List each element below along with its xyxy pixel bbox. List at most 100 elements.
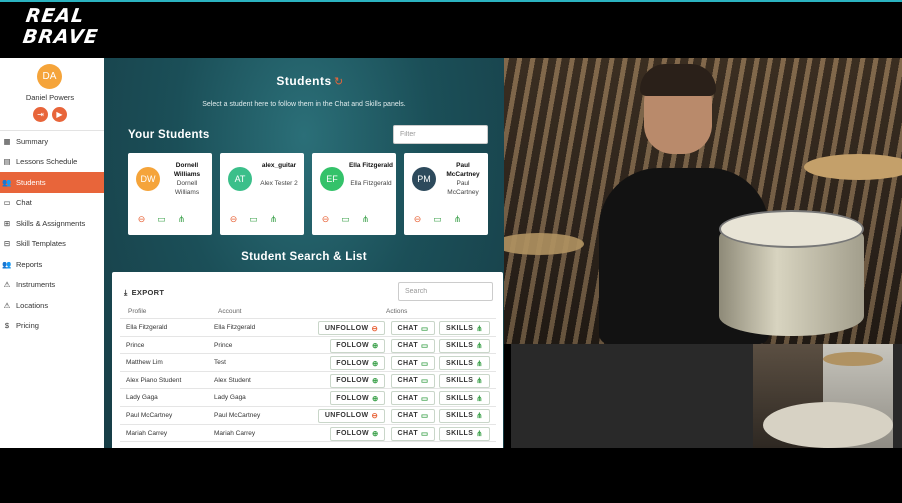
skills-icon: ⋔ bbox=[476, 376, 483, 386]
follow-button[interactable]: FOLLOW ⊕ bbox=[330, 373, 385, 388]
sidebar-item-label: Reports bbox=[16, 259, 43, 269]
sidebar-item-lessons-schedule[interactable]: ▤ Lessons Schedule bbox=[0, 152, 104, 173]
chat-label: CHAT bbox=[397, 342, 419, 350]
student-avatar: DW bbox=[136, 167, 160, 191]
skills-button[interactable]: SKILLS ⋔ bbox=[439, 426, 490, 441]
student-avatar: PM bbox=[412, 167, 436, 191]
skills-button[interactable]: SKILLS ⋔ bbox=[439, 356, 490, 371]
skills-icon[interactable]: ⋔ bbox=[360, 214, 371, 225]
sidebar: DA Daniel Powers ⇥ ▶ ▦ Summary ▤ Lessons Sc… bbox=[0, 58, 104, 448]
chat-icon[interactable]: ▭ bbox=[432, 214, 443, 225]
skills-button[interactable]: SKILLS ⋔ bbox=[439, 373, 490, 388]
self-view-video[interactable] bbox=[753, 344, 893, 448]
self-view-cymbal bbox=[823, 352, 883, 366]
sidebar-item-instruments[interactable]: ⚠ Instruments bbox=[0, 275, 104, 296]
sidebar-item-skills-assignments[interactable]: ⊞ Skills & Assignments bbox=[0, 213, 104, 234]
student-card[interactable]: PM Paul McCartney Paul McCartney ⊖ ▭ ⋔ bbox=[404, 153, 488, 235]
filter-input[interactable] bbox=[393, 125, 488, 144]
sidebar-item-pricing[interactable]: $ Pricing bbox=[0, 316, 104, 337]
chat-icon[interactable]: ▭ bbox=[248, 214, 259, 225]
table-row: Alex Piano Student Alex Student FOLLOW ⊕ CHA… bbox=[120, 372, 496, 390]
logo-line-1: REAL bbox=[24, 5, 86, 27]
follow-button[interactable]: FOLLOW ⊕ bbox=[330, 426, 385, 441]
sidebar-item-reports[interactable]: 👥 Reports bbox=[0, 254, 104, 275]
chat-button[interactable]: CHAT ▭ bbox=[391, 373, 435, 388]
column-profile[interactable]: Profile bbox=[128, 308, 146, 315]
skills-icon: ⋔ bbox=[476, 411, 483, 421]
skills-icon: ⋔ bbox=[476, 429, 483, 439]
student-name: Paul McCartney bbox=[446, 162, 480, 178]
table-header: Profile Account Actions bbox=[120, 305, 496, 319]
people-icon: 👥 bbox=[2, 177, 12, 187]
refresh-icon[interactable]: ↻ bbox=[334, 75, 343, 88]
search-input[interactable] bbox=[398, 282, 493, 301]
skills-icon[interactable]: ⋔ bbox=[268, 214, 279, 225]
unfollow-icon[interactable]: ⊖ bbox=[320, 214, 331, 225]
unfollow-icon[interactable]: ⊖ bbox=[412, 214, 423, 225]
chat-icon: ▭ bbox=[421, 393, 429, 403]
unfollow-icon: ⊖ bbox=[371, 411, 379, 421]
row-account: Paul McCartney bbox=[214, 411, 261, 419]
unfollow-label: UNFOLLOW bbox=[324, 412, 369, 420]
column-account[interactable]: Account bbox=[218, 308, 242, 315]
sidebar-item-chat[interactable]: ▭ Chat bbox=[0, 193, 104, 214]
follow-label: FOLLOW bbox=[336, 342, 370, 350]
sidebar-item-locations[interactable]: ⚠ Locations bbox=[0, 295, 104, 316]
sidebar-item-summary[interactable]: ▦ Summary bbox=[0, 131, 104, 152]
unfollow-button[interactable]: UNFOLLOW ⊖ bbox=[318, 321, 385, 335]
table-body: Ella Fitzgerald Ella Fitzgerald UNFOLLOW ⊖ C… bbox=[120, 319, 496, 443]
unfollow-icon[interactable]: ⊖ bbox=[136, 214, 147, 225]
skills-button[interactable]: SKILLS ⋔ bbox=[439, 391, 490, 406]
self-view-drum bbox=[763, 402, 893, 448]
card-actions: ⊖ ▭ ⋔ bbox=[228, 214, 279, 225]
skills-icon[interactable]: ⋔ bbox=[176, 214, 187, 225]
skills-icon[interactable]: ⋔ bbox=[452, 214, 463, 225]
download-icon: ⤓ bbox=[124, 288, 128, 297]
chat-icon[interactable]: ▭ bbox=[156, 214, 167, 225]
follow-icon: ⊕ bbox=[372, 376, 379, 386]
chat-label: CHAT bbox=[397, 359, 419, 367]
student-card[interactable]: DW Dornell Williams Dornell Williams ⊖ ▭ ⋔ bbox=[128, 153, 212, 235]
main-video-feed[interactable] bbox=[504, 58, 902, 344]
skills-button[interactable]: SKILLS ⋔ bbox=[439, 321, 490, 335]
chat-icon: ▭ bbox=[421, 323, 429, 333]
unfollow-icon[interactable]: ⊖ bbox=[228, 214, 239, 225]
chat-button[interactable]: CHAT ▭ bbox=[391, 408, 435, 423]
sidebar-item-label: Lessons Schedule bbox=[16, 157, 78, 167]
follow-button[interactable]: FOLLOW ⊕ bbox=[330, 391, 385, 406]
skills-label: SKILLS bbox=[446, 412, 474, 420]
row-profile: Mariah Carrey bbox=[126, 429, 168, 437]
export-label: EXPORT bbox=[131, 288, 165, 297]
sidebar-item-label: Chat bbox=[16, 198, 32, 208]
sidebar-item-skill-templates[interactable]: ⊟ Skill Templates bbox=[0, 234, 104, 255]
chat-button[interactable]: CHAT ▭ bbox=[391, 426, 435, 441]
video-call-button[interactable]: ▶ bbox=[52, 107, 67, 122]
warning-icon: ⚠ bbox=[3, 300, 11, 310]
skills-button[interactable]: SKILLS ⋔ bbox=[439, 408, 490, 423]
chat-icon[interactable]: ▭ bbox=[340, 214, 351, 225]
follow-button[interactable]: FOLLOW ⊕ bbox=[330, 356, 385, 371]
chat-label: CHAT bbox=[397, 324, 419, 332]
student-account: Dornell Williams bbox=[174, 180, 200, 196]
user-avatar[interactable]: DA bbox=[37, 64, 62, 89]
follow-button[interactable]: FOLLOW ⊕ bbox=[330, 338, 385, 353]
skills-icon: ⋔ bbox=[476, 341, 483, 351]
template-icon: ⊟ bbox=[3, 239, 11, 249]
follow-label: FOLLOW bbox=[336, 377, 370, 385]
page-subtitle: Select a student here to follow them in … bbox=[202, 101, 406, 108]
student-name: Ella Fitzgerald bbox=[348, 162, 394, 169]
chat-button[interactable]: CHAT ▭ bbox=[391, 356, 435, 371]
chat-button[interactable]: CHAT ▭ bbox=[391, 391, 435, 406]
sidebar-item-students[interactable]: 👥 Students bbox=[0, 172, 104, 193]
student-card[interactable]: AT alex_guitar Alex Tester 2 ⊖ ▭ ⋔ bbox=[220, 153, 304, 235]
sidebar-item-label: Skill Templates bbox=[16, 239, 66, 249]
chat-button[interactable]: CHAT ▭ bbox=[391, 321, 435, 335]
export-button[interactable]: ⤓ EXPORT bbox=[124, 288, 164, 298]
skills-button[interactable]: SKILLS ⋔ bbox=[439, 338, 490, 353]
chat-button[interactable]: CHAT ▭ bbox=[391, 338, 435, 353]
row-account: Prince bbox=[214, 341, 233, 349]
unfollow-button[interactable]: UNFOLLOW ⊖ bbox=[318, 408, 385, 423]
student-card[interactable]: EF Ella Fitzgerald Ella Fitzgerald ⊖ ▭ ⋔ bbox=[312, 153, 396, 235]
real-brave-logo[interactable]: REAL BRAVE bbox=[21, 5, 104, 54]
logout-button[interactable]: ⇥ bbox=[33, 107, 48, 122]
